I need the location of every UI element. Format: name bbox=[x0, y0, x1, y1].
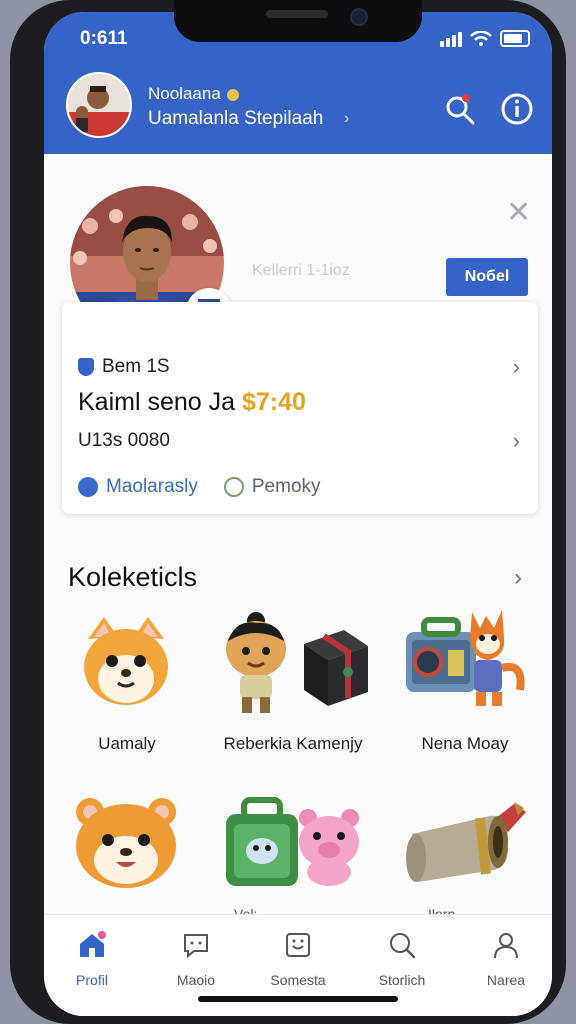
profile-card: Bem 1S › Kaiml seno Ja $7:40 U13s 0080 ›… bbox=[62, 302, 538, 514]
card-row-1[interactable]: Bem 1S bbox=[78, 356, 170, 378]
card-chips: Maolarasly Pemoky bbox=[78, 476, 321, 498]
header-avatar[interactable] bbox=[66, 72, 132, 138]
search-icon bbox=[390, 933, 416, 959]
header-name: Noolaana bbox=[148, 84, 239, 104]
verified-badge-icon bbox=[226, 88, 239, 101]
tab-storlich[interactable]: Storlich bbox=[362, 931, 442, 988]
note-button[interactable]: Noбel bbox=[446, 258, 528, 296]
signal-icon bbox=[440, 32, 462, 47]
chevron-right-icon[interactable]: › bbox=[513, 354, 520, 380]
badge-icon bbox=[223, 477, 244, 497]
status-icons bbox=[440, 30, 530, 47]
info-icon[interactable] bbox=[500, 92, 534, 126]
collection-item-label: Reberkia Kamenjy bbox=[223, 734, 363, 753]
person-icon bbox=[494, 933, 518, 959]
collection-item-label: Nena Moay bbox=[421, 734, 509, 753]
boy-figure-icon[interactable] bbox=[216, 609, 296, 719]
camera-notch bbox=[174, 0, 422, 42]
chip-secondary[interactable]: Pemoky bbox=[223, 476, 321, 498]
hamster-face-icon[interactable] bbox=[72, 790, 180, 890]
shield-icon bbox=[78, 358, 94, 376]
chevron-right-icon[interactable]: › bbox=[513, 428, 520, 454]
card-row-2: Kaiml seno Ja $7:40 bbox=[78, 388, 306, 416]
chevron-right-icon[interactable]: › bbox=[514, 564, 522, 592]
smile-box-icon bbox=[286, 933, 310, 957]
tab-narea[interactable]: Narea bbox=[466, 931, 546, 988]
chip-primary[interactable]: Maolarasly bbox=[78, 476, 198, 498]
collection-item-label: Uamaly bbox=[98, 734, 156, 753]
close-icon[interactable]: ✕ bbox=[506, 198, 531, 228]
phone-frame: 0:611 Noolaana Uamalanla Stepilaah › Kel… bbox=[10, 0, 566, 1024]
home-icon bbox=[80, 931, 106, 957]
chat-icon bbox=[184, 934, 208, 959]
bag-icon[interactable] bbox=[222, 796, 302, 890]
battery-icon bbox=[500, 30, 530, 47]
search-icon[interactable] bbox=[444, 94, 476, 126]
header-subtitle: Uamalanla Stepilaah bbox=[148, 108, 324, 129]
camera-icon bbox=[350, 8, 368, 26]
screen: 0:611 Noolaana Uamalanla Stepilaah › Kel… bbox=[44, 12, 552, 1016]
faded-label: Kellerri 1-1ioz bbox=[252, 262, 350, 279]
tab-profil[interactable]: Profil bbox=[52, 931, 132, 988]
wifi-icon bbox=[470, 31, 492, 46]
tab-maoio[interactable]: Maoio bbox=[156, 931, 236, 988]
toolbox-fox-icon[interactable] bbox=[402, 602, 526, 714]
hamster-figure-icon[interactable] bbox=[74, 609, 178, 713]
main-content: Kellerri 1-1ioz ✕ Noбel Bem 1S › Kaiml s… bbox=[44, 154, 552, 922]
home-indicator[interactable] bbox=[198, 996, 398, 1002]
scroll-tube-icon[interactable] bbox=[404, 798, 530, 886]
price-value: $7:40 bbox=[241, 388, 306, 416]
shield-badge-icon bbox=[78, 477, 98, 497]
card-row-3[interactable]: U13s 0080 bbox=[78, 430, 170, 452]
status-time: 0:611 bbox=[80, 28, 128, 49]
gift-box-icon[interactable] bbox=[296, 624, 372, 710]
section-title: Koleketicls bbox=[68, 562, 198, 592]
chevron-right-icon[interactable]: › bbox=[344, 110, 349, 128]
tab-somesta[interactable]: Somesta bbox=[258, 931, 338, 988]
pig-figure-icon[interactable] bbox=[296, 806, 362, 886]
